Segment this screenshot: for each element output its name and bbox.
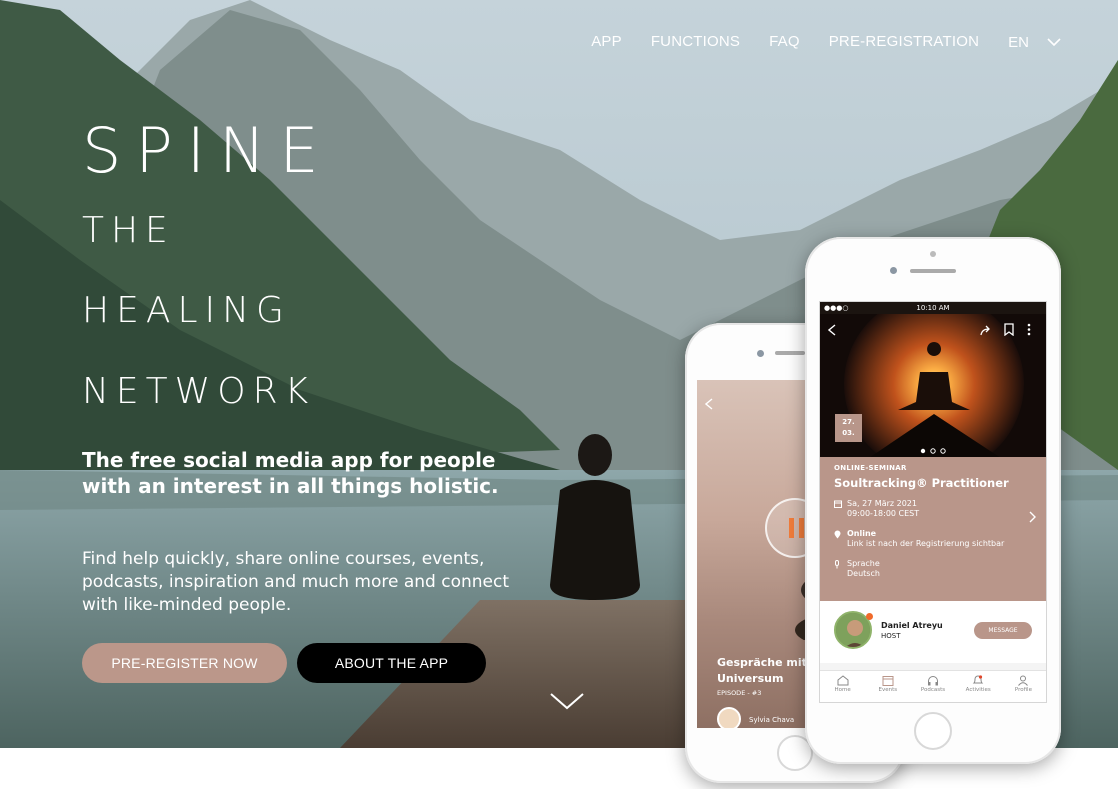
- event-info-card[interactable]: ONLINE-SEMINAR Soultracking® Practitione…: [820, 457, 1046, 601]
- event-type: ONLINE-SEMINAR: [834, 464, 907, 472]
- podcast-episode: EPISODE - #3: [717, 689, 762, 697]
- tagline-line-2: HEALING: [82, 290, 291, 331]
- online-status-dot: [866, 613, 873, 620]
- phone-camera: [890, 267, 897, 274]
- event-date-badge: 27. 03.: [835, 414, 862, 442]
- host-name: Daniel Atreyu: [881, 621, 943, 630]
- phone-speaker: [910, 269, 956, 273]
- phone-speaker: [775, 351, 805, 355]
- back-arrow-icon: [705, 398, 713, 410]
- hero-description: Find help quickly, share online courses,…: [82, 549, 510, 615]
- bookmark-icon[interactable]: [1004, 323, 1014, 336]
- back-arrow-icon[interactable]: [828, 324, 836, 336]
- phone-mockup-event: ●●●○ 10:10 AM 27. 03. ONLINE-SEMINAR Sou…: [805, 237, 1061, 764]
- microphone-icon: [835, 560, 839, 569]
- tagline-line-1: THE: [82, 210, 175, 251]
- headphones-icon: [928, 676, 938, 686]
- language-selector[interactable]: EN: [1008, 34, 1061, 51]
- podcast-title: Gespräche mit Universum: [717, 656, 807, 685]
- host-role: HOST: [881, 632, 901, 640]
- phone-home-button: [914, 712, 952, 750]
- status-bar: ●●●○ 10:10 AM: [820, 302, 1046, 314]
- tab-profile[interactable]: Profile: [1001, 671, 1046, 702]
- nav-item-faq[interactable]: FAQ: [769, 33, 800, 51]
- brand-title: SPINE: [82, 114, 333, 187]
- share-icon[interactable]: [980, 324, 992, 336]
- hero-subheading: The free social media app for people wit…: [82, 448, 499, 498]
- avatar: [717, 707, 741, 728]
- tab-activities[interactable]: Activities: [956, 671, 1001, 702]
- bell-icon: [972, 675, 984, 684]
- user-icon: [1018, 675, 1029, 686]
- language-label: EN: [1008, 33, 1029, 51]
- chevron-right-icon[interactable]: [1029, 511, 1036, 523]
- main-nav: APP FUNCTIONS FAQ PRE-REGISTRATION EN: [562, 33, 1061, 51]
- event-title: Soultracking® Practitioner: [834, 476, 1009, 490]
- nav-item-app[interactable]: APP: [591, 33, 622, 51]
- phone-sensor: [930, 251, 936, 257]
- location-pin-icon: [834, 530, 841, 539]
- calendar-icon: [882, 676, 894, 686]
- chevron-down-icon: [1047, 38, 1061, 46]
- nav-item-pre-registration[interactable]: PRE-REGISTRATION: [829, 33, 979, 51]
- podcast-author: Sylvia Chava: [749, 716, 795, 724]
- scroll-down-icon[interactable]: [549, 691, 585, 711]
- about-app-button[interactable]: ABOUT THE APP: [297, 643, 486, 683]
- event-screen: ●●●○ 10:10 AM 27. 03. ONLINE-SEMINAR Sou…: [819, 301, 1047, 703]
- tagline-line-3: NETWORK: [82, 371, 316, 412]
- tab-podcasts[interactable]: Podcasts: [910, 671, 955, 702]
- calendar-icon: [834, 500, 842, 508]
- carousel-dots: [920, 448, 946, 454]
- more-icon[interactable]: [1027, 323, 1031, 336]
- phone-camera: [757, 350, 764, 357]
- message-button[interactable]: MESSAGE: [974, 622, 1032, 639]
- pre-register-button[interactable]: PRE-REGISTER NOW: [82, 643, 287, 683]
- signal-icon: ●●●○: [824, 304, 849, 312]
- home-icon: [837, 675, 849, 686]
- bottom-tab-bar: Home Events Podcasts Activities Profile: [820, 670, 1046, 702]
- tab-events[interactable]: Events: [865, 671, 910, 702]
- nav-item-functions[interactable]: FUNCTIONS: [651, 33, 740, 51]
- host-row: Daniel Atreyu HOST MESSAGE: [820, 601, 1046, 663]
- tab-home[interactable]: Home: [820, 671, 865, 702]
